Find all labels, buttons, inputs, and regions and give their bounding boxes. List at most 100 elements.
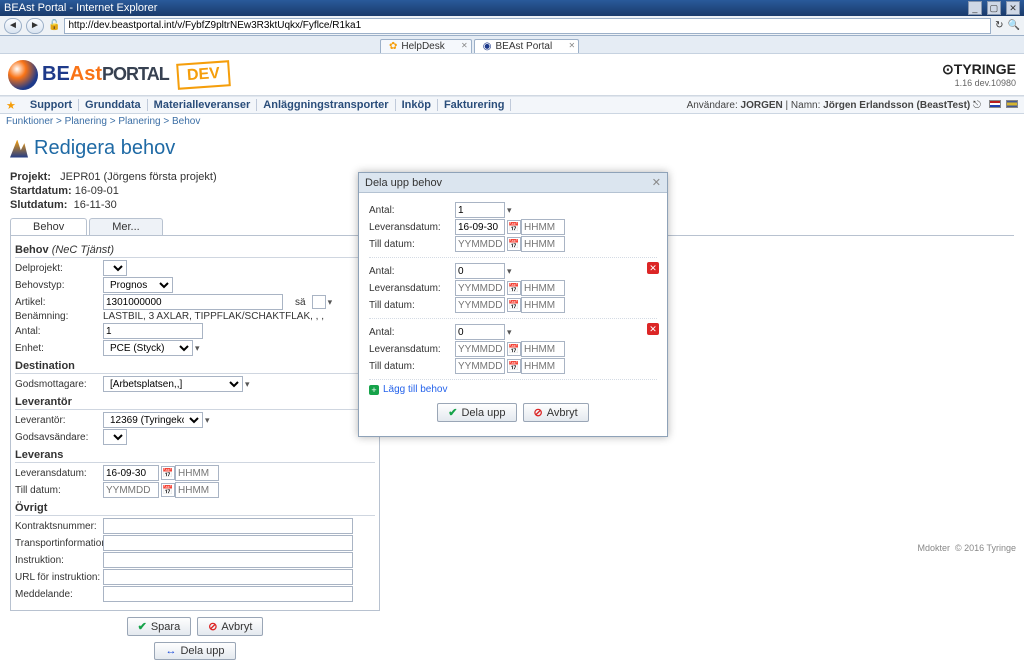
logo-icon (8, 60, 38, 90)
menu-support[interactable]: Support (24, 99, 79, 111)
section-ovrigt: Övrigt (15, 502, 375, 516)
section-destination: Destination (15, 360, 375, 374)
leverantor-select[interactable]: 12369 (Tyringekonsult AB) (103, 412, 203, 428)
browser-tabs: ✿HelpDesk✕ ◉BEAst Portal✕ (0, 36, 1024, 54)
antal-input[interactable] (455, 202, 505, 218)
antal-input[interactable] (455, 324, 505, 340)
minimize-icon[interactable]: _ (968, 1, 982, 15)
page-title: Redigera behov (10, 137, 1014, 160)
leveransdatum-time-input[interactable] (175, 465, 219, 481)
chevron-down-icon[interactable]: ▾ (328, 297, 333, 308)
tab-behov[interactable]: Behov (10, 218, 87, 235)
delaupp-button[interactable]: ↔Dela upp (154, 642, 235, 660)
lev-time-input[interactable] (521, 219, 565, 235)
lev-time-input[interactable] (521, 280, 565, 296)
delete-icon[interactable]: ✕ (647, 323, 659, 335)
menu-inkop[interactable]: Inköp (396, 99, 438, 111)
lev-date-input[interactable] (455, 341, 505, 357)
tilldatum-time-input[interactable] (175, 482, 219, 498)
address-bar: ◄ ► 🔓 ↻ 🔍 (0, 16, 1024, 36)
antal-input[interactable] (455, 263, 505, 279)
logout-icon[interactable]: ⎋ (973, 100, 981, 111)
url-input[interactable] (64, 18, 991, 34)
flag-se-icon (1006, 100, 1018, 108)
search-icon[interactable]: 🔍 (1008, 20, 1020, 31)
back-button[interactable]: ◄ (4, 18, 22, 34)
instruktion-input[interactable] (103, 552, 353, 568)
flag-uk-icon (989, 100, 1001, 108)
till-time-input[interactable] (521, 358, 565, 374)
menu-grunddata[interactable]: Grunddata (79, 99, 148, 111)
favorite-icon[interactable]: ★ (6, 99, 16, 112)
benamning-text: LASTBIL, 3 AXLAR, TIPPFLAK/SCHAKTFLAK, ,… (103, 311, 324, 322)
leveransdatum-input[interactable] (103, 465, 159, 481)
language-flags[interactable] (987, 99, 1018, 111)
window-title: BEAst Portal - Internet Explorer (4, 0, 157, 16)
tab-mer[interactable]: Mer... (89, 218, 163, 235)
user-info: Användare: JORGEN | Namn: Jörgen Erlands… (687, 100, 981, 111)
calendar-icon[interactable]: 📅 (507, 342, 521, 356)
calendar-icon[interactable]: 📅 (507, 220, 521, 234)
window-titlebar: BEAst Portal - Internet Explorer _ ▢ ✕ (0, 0, 1024, 16)
app-header: BEAstPORTAL DEV ⊙TYRINGE 1.16 dev.10980 (0, 54, 1024, 96)
calendar-icon[interactable]: 📅 (507, 298, 521, 312)
lev-time-input[interactable] (521, 341, 565, 357)
calendar-icon[interactable]: 📅 (507, 237, 521, 251)
till-date-input[interactable] (455, 236, 505, 252)
sa-checkbox[interactable] (312, 295, 326, 309)
spara-button[interactable]: ✔Spara (127, 617, 192, 636)
menu-fakturering[interactable]: Fakturering (438, 99, 512, 111)
dev-badge: DEV (176, 60, 231, 90)
delprojekt-select[interactable] (103, 260, 127, 276)
behovstyp-select[interactable]: Prognos (103, 277, 173, 293)
tab-helpdesk[interactable]: ✿HelpDesk✕ (380, 39, 472, 53)
window-buttons: _ ▢ ✕ (966, 0, 1020, 16)
behov-group-1: Antal:▾ Leveransdatum:📅 Till datum:📅 (369, 199, 657, 258)
logo: BEAstPORTAL DEV (8, 60, 230, 90)
till-time-input[interactable] (521, 236, 565, 252)
forward-button[interactable]: ► (26, 18, 44, 34)
lev-date-input[interactable] (455, 280, 505, 296)
lev-date-input[interactable] (455, 219, 505, 235)
enhet-select[interactable]: PCE (Styck) (103, 340, 193, 356)
tab-beast-portal[interactable]: ◉BEAst Portal✕ (474, 39, 579, 53)
url-instruktion-input[interactable] (103, 569, 353, 585)
godsmottagare-select[interactable]: [Arbetsplatsen,,] (103, 376, 243, 392)
page-footer: Mdokter © 2016 Tyringe (917, 543, 1016, 553)
maximize-icon[interactable]: ▢ (987, 1, 1001, 15)
menu-anlaggningstransporter[interactable]: Anläggningstransporter (257, 99, 395, 111)
calendar-icon[interactable]: 📅 (507, 281, 521, 295)
behov-group-3: ✕ Antal:▾ Leveransdatum:📅 Till datum:📅 (369, 321, 657, 380)
artikel-input[interactable] (103, 294, 283, 310)
dialog-close-icon[interactable]: ✕ (652, 176, 661, 189)
calendar-icon[interactable]: 📅 (507, 359, 521, 373)
tilldatum-input[interactable] (103, 482, 159, 498)
close-icon[interactable]: ✕ (1006, 1, 1020, 15)
calendar-icon[interactable]: 📅 (161, 483, 175, 497)
plus-icon: + (369, 385, 379, 395)
add-behov-link[interactable]: +Lägg till behov (369, 384, 657, 395)
delete-icon[interactable]: ✕ (647, 262, 659, 274)
lock-icon: 🔓 (48, 20, 60, 31)
breadcrumb: Funktioner > Planering > Planering > Beh… (0, 114, 1024, 129)
chart-icon (10, 140, 28, 158)
till-time-input[interactable] (521, 297, 565, 313)
kontraktsnummer-input[interactable] (103, 518, 353, 534)
menu-materialleveranser[interactable]: Materialleveranser (148, 99, 258, 111)
till-date-input[interactable] (455, 358, 505, 374)
refresh-icon[interactable]: ↻ (995, 20, 1003, 31)
close-icon[interactable]: ✕ (568, 41, 575, 50)
transportinformation-input[interactable] (103, 535, 353, 551)
dialog-header[interactable]: Dela upp behov ✕ (359, 173, 667, 193)
avbryt-button[interactable]: ⊘Avbryt (197, 617, 263, 636)
till-date-input[interactable] (455, 297, 505, 313)
godsavsandare-select[interactable] (103, 429, 127, 445)
antal-input[interactable] (103, 323, 203, 339)
dela-upp-dialog: Dela upp behov ✕ Antal:▾ Leveransdatum:📅… (358, 172, 668, 437)
main-menu: ★ Support Grunddata Materialleveranser A… (0, 96, 1024, 114)
close-icon[interactable]: ✕ (461, 41, 468, 50)
dialog-delaupp-button[interactable]: ✔Dela upp (437, 403, 516, 422)
calendar-icon[interactable]: 📅 (161, 466, 175, 480)
meddelande-input[interactable] (103, 586, 353, 602)
dialog-avbryt-button[interactable]: ⊘Avbryt (523, 403, 589, 422)
